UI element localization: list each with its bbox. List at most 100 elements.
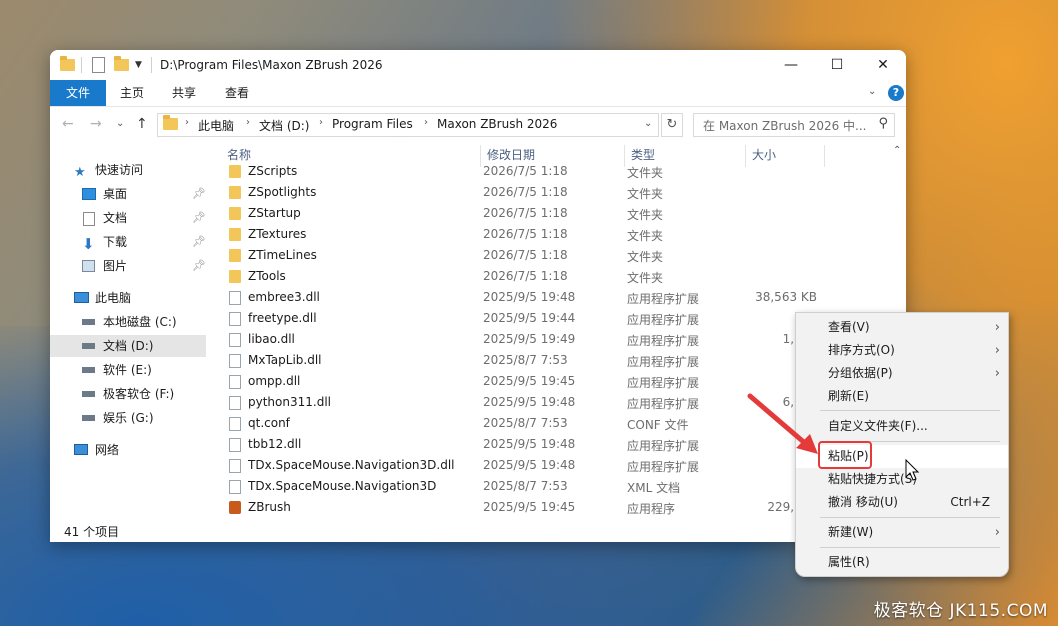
download-icon: ⬇ (82, 235, 95, 253)
drive-icon (82, 415, 95, 421)
file-name: ZTimeLines (248, 248, 317, 262)
qat-dropdown-icon[interactable]: ▼ (135, 57, 142, 73)
navigation-pane: ★ 快速访问 桌面 📌︎ 文档 📌︎ ⬇ 下载 📌︎ 图片 📌︎ 此电脑 本地磁… (50, 141, 210, 521)
file-row[interactable]: MxTapLib.dll2025/8/7 7:53应用程序扩展716 (225, 350, 885, 371)
menu-separator (820, 410, 1000, 411)
back-arrow-icon[interactable]: ← (62, 116, 74, 132)
refresh-icon[interactable]: ↻ (661, 113, 683, 137)
close-button[interactable]: ✕ (860, 50, 906, 80)
folder-icon (229, 270, 241, 283)
item-count: 41 个项目 (64, 525, 120, 539)
menu-item-undo-move[interactable]: 撤消 移动(U) Ctrl+Z (796, 491, 1008, 514)
sidebar-item-this-pc[interactable]: 此电脑 (50, 287, 206, 309)
address-row: ← → ⌄ ↑ › 此电脑 › 文档 (D:) › Program Files … (50, 107, 906, 141)
file-date: 2026/7/5 1:18 (483, 206, 568, 220)
tab-share[interactable]: 共享 (164, 80, 204, 106)
star-icon: ★ (74, 165, 86, 180)
menu-item-properties[interactable]: 属性(R) (796, 551, 1008, 574)
divider (151, 57, 152, 73)
file-name: ZScripts (248, 164, 298, 178)
folder-icon (229, 207, 241, 220)
menu-item-view[interactable]: 查看(V) › (796, 316, 1008, 339)
chevron-right-icon[interactable]: › (424, 117, 428, 128)
file-row[interactable]: embree3.dll 2025/9/5 19:48 应用程序扩展 38,563 KB (225, 287, 885, 308)
sidebar-item-documents[interactable]: 文档 📌︎ (50, 207, 206, 229)
scroll-up-icon[interactable]: ⌃ (893, 145, 901, 156)
sidebar-item-downloads[interactable]: ⬇ 下载 📌︎ (50, 231, 206, 253)
file-size: 686 (225, 311, 817, 325)
pin-icon[interactable]: 📌︎ (192, 231, 206, 253)
menu-item-new[interactable]: 新建(W) › (796, 521, 1008, 544)
folder-icon (229, 228, 241, 241)
pin-icon[interactable]: 📌︎ (192, 183, 206, 205)
status-bar: 41 个项目 (50, 521, 906, 542)
pin-icon[interactable]: 📌︎ (192, 255, 206, 277)
forward-arrow-icon[interactable]: → (90, 116, 102, 132)
sidebar-item-desktop[interactable]: 桌面 📌︎ (50, 183, 206, 205)
shortcut-label: Ctrl+Z (950, 495, 990, 509)
annotation-arrow (747, 393, 818, 454)
explorer-window: ▼ D:\Program Files\Maxon ZBrush 2026 — ☐… (50, 50, 906, 542)
file-row[interactable]: ZStartup 2026/7/5 1:18 文件夹 (225, 203, 885, 224)
chevron-right-icon[interactable]: › (185, 117, 189, 128)
documents-icon (83, 212, 95, 226)
file-row[interactable]: ZBrush 2025/9/5 19:45 应用程序 229,680 (225, 497, 885, 518)
file-row[interactable]: freetype.dll2025/9/5 19:44应用程序扩展686 (225, 308, 885, 329)
tab-file[interactable]: 文件 (50, 80, 106, 106)
file-size: 199 (225, 437, 817, 451)
sidebar-item-drive-d[interactable]: 文档 (D:) (50, 335, 206, 357)
file-date: 2026/7/5 1:18 (483, 227, 568, 241)
help-icon[interactable]: ? (888, 85, 904, 101)
breadcrumb-program-files[interactable]: Program Files (332, 117, 413, 131)
chevron-right-icon: › (994, 343, 1000, 358)
menu-item-group-by[interactable]: 分组依据(P) › (796, 362, 1008, 385)
properties-icon[interactable] (92, 57, 105, 73)
breadcrumb-zbrush[interactable]: Maxon ZBrush 2026 (437, 117, 557, 131)
new-folder-icon[interactable] (114, 56, 129, 73)
menu-separator (820, 547, 1000, 548)
file-size: 66 (225, 458, 817, 472)
file-row[interactable]: libao.dll2025/9/5 19:49应用程序扩展1,062 (225, 329, 885, 350)
menu-item-refresh[interactable]: 刷新(E) (796, 385, 1008, 408)
tab-home[interactable]: 主页 (112, 80, 152, 106)
pin-icon[interactable]: 📌︎ (192, 207, 206, 229)
file-row[interactable]: ZTimeLines 2026/7/5 1:18 文件夹 (225, 245, 885, 266)
address-bar[interactable]: › 此电脑 › 文档 (D:) › Program Files › Maxon … (157, 113, 659, 137)
file-size: 6,099 (225, 395, 817, 409)
file-row[interactable]: TDx.SpaceMouse.Navigation3D 2025/8/7 7:53… (225, 476, 885, 497)
menu-item-customize-folder[interactable]: 自定义文件夹(F)... (796, 415, 1008, 438)
sidebar-item-quick-access[interactable]: ★ 快速访问 (50, 159, 206, 181)
file-date: 2026/7/5 1:18 (483, 164, 568, 178)
chevron-right-icon[interactable]: › (246, 117, 250, 128)
minimize-button[interactable]: — (768, 50, 814, 80)
file-row[interactable]: ZTools 2026/7/5 1:18 文件夹 (225, 266, 885, 287)
sidebar-item-drive-e[interactable]: 软件 (E:) (50, 359, 206, 381)
breadcrumb-this-pc[interactable]: 此电脑 (198, 117, 234, 134)
menu-item-sort-by[interactable]: 排序方式(O) › (796, 339, 1008, 362)
paste-highlight-box (818, 441, 872, 469)
expand-ribbon-icon[interactable]: ⌄ (868, 86, 876, 97)
sidebar-item-drive-g[interactable]: 娱乐 (G:) (50, 407, 206, 429)
search-icon[interactable]: ⚲ (878, 116, 888, 131)
file-row[interactable]: ZTextures 2026/7/5 1:18 文件夹 (225, 224, 885, 245)
chevron-right-icon[interactable]: › (319, 117, 323, 128)
up-arrow-icon[interactable]: ↑ (136, 116, 148, 132)
file-row[interactable]: ZScripts 2026/7/5 1:18 文件夹 (225, 161, 885, 182)
breadcrumb-drive-d[interactable]: 文档 (D:) (259, 117, 309, 134)
maximize-button[interactable]: ☐ (814, 50, 860, 80)
menu-item-paste-shortcut[interactable]: 粘贴快捷方式(S) (796, 468, 1008, 491)
file-size: 116 (225, 374, 817, 388)
drive-icon (82, 343, 95, 349)
computer-icon (74, 292, 89, 303)
file-row[interactable]: ZSpotlights 2026/7/5 1:18 文件夹 (225, 182, 885, 203)
recent-locations-icon[interactable]: ⌄ (116, 118, 124, 129)
tab-view[interactable]: 查看 (217, 80, 257, 106)
folder-icon (229, 186, 241, 199)
sidebar-item-network[interactable]: 网络 (50, 439, 206, 461)
sidebar-item-drive-c[interactable]: 本地磁盘 (C:) (50, 311, 206, 333)
window-title: D:\Program Files\Maxon ZBrush 2026 (160, 58, 383, 72)
address-dropdown-icon[interactable]: ⌄ (644, 118, 652, 129)
sidebar-item-drive-f[interactable]: 极客软仓 (F:) (50, 383, 206, 405)
search-input[interactable]: 在 Maxon ZBrush 2026 中... ⚲ (693, 113, 895, 137)
sidebar-item-pictures[interactable]: 图片 📌︎ (50, 255, 206, 277)
